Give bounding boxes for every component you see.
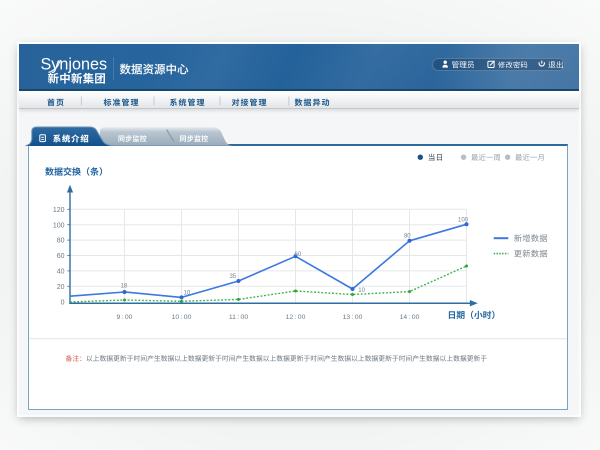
svg-text:80: 80 (404, 233, 411, 239)
svg-text:13 : 00: 13 : 00 (343, 314, 363, 321)
svg-text:10: 10 (184, 290, 191, 296)
svg-text:10: 10 (358, 288, 365, 294)
svg-text:10 : 00: 10 : 00 (172, 314, 192, 321)
svg-text:20: 20 (57, 284, 65, 291)
svg-text:14 : 00: 14 : 00 (400, 314, 420, 321)
svg-text:35: 35 (229, 274, 236, 280)
svg-text:40: 40 (57, 269, 65, 276)
svg-text:100: 100 (53, 222, 65, 229)
svg-text:100: 100 (458, 218, 469, 224)
svg-text:12 : 00: 12 : 00 (286, 314, 306, 321)
svg-text:Synjones: Synjones (41, 55, 108, 73)
svg-text:60: 60 (57, 253, 65, 260)
svg-text:0: 0 (61, 299, 65, 306)
svg-text:120: 120 (53, 207, 65, 214)
svg-text:60: 60 (295, 252, 302, 258)
svg-text:18: 18 (121, 283, 128, 289)
svg-text:9 : 00: 9 : 00 (117, 314, 133, 321)
svg-text:11 : 00: 11 : 00 (229, 314, 248, 321)
svg-text:80: 80 (57, 238, 65, 245)
